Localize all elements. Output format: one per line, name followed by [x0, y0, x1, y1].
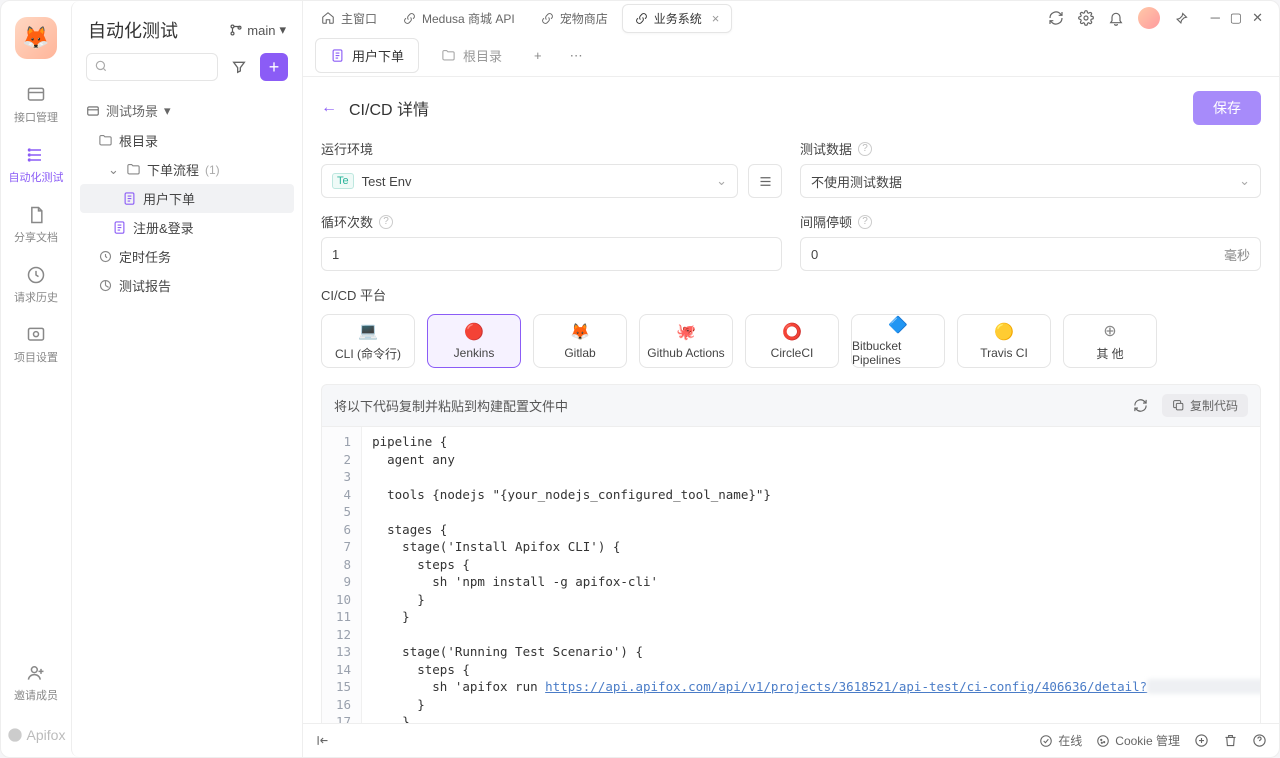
chevron-down-icon: ▾: [279, 22, 286, 38]
rail-auto-test[interactable]: 自动化测试: [1, 135, 71, 195]
help-icon[interactable]: ?: [858, 142, 872, 156]
avatar[interactable]: [1138, 7, 1160, 29]
platform-card[interactable]: ⊕其 他: [1063, 314, 1157, 368]
code-block[interactable]: 12345678910111213141516171819 pipeline {…: [321, 426, 1261, 723]
scenario-icon: [112, 220, 127, 235]
env-select[interactable]: Te Test Env ⌄: [321, 164, 738, 198]
tree-cron[interactable]: 定时任务: [80, 242, 294, 271]
folder-icon: [441, 48, 456, 63]
footer-icon[interactable]: [1194, 733, 1209, 748]
window-tab[interactable]: 主窗口: [309, 5, 389, 32]
tree-user-scenario[interactable]: 用户下单: [80, 184, 294, 213]
page-title: CI/CD 详情: [349, 96, 429, 120]
add-tab-button[interactable]: +: [524, 42, 552, 69]
copy-code-button[interactable]: 复制代码: [1162, 394, 1248, 417]
more-tab-icon[interactable]: ⋯: [560, 42, 593, 70]
env-options-button[interactable]: [748, 164, 782, 198]
tree-root-folder[interactable]: 根目录: [80, 126, 294, 155]
rail-label: 项目设置: [14, 349, 58, 365]
pin-icon[interactable]: [1174, 11, 1189, 26]
window-tab[interactable]: 宠物商店: [529, 5, 620, 32]
platform-section-label: CI/CD 平台: [321, 285, 1261, 304]
rail-share-doc[interactable]: 分享文档: [1, 195, 71, 255]
folder-icon: [98, 133, 113, 148]
rail-label: 自动化测试: [9, 169, 64, 185]
save-button[interactable]: 保存: [1193, 91, 1261, 125]
rail-label: 分享文档: [14, 229, 58, 245]
scenario-tree: 测试场景 ▾ 根目录 ⌄ 下单流程 (1) 用户下单: [72, 91, 302, 304]
refresh-code-icon[interactable]: [1133, 398, 1148, 413]
side-title: 自动化测试: [88, 17, 178, 43]
page-tab-root-folder[interactable]: 根目录: [427, 39, 516, 72]
platform-card[interactable]: 💻CLI (命令行): [321, 314, 415, 368]
side-panel: 自动化测试 main ▾ + 测试场景 ▾: [71, 1, 303, 757]
data-label: 测试数据?: [800, 139, 1261, 158]
platform-card[interactable]: 🔴Jenkins: [427, 314, 521, 368]
collapse-side-icon[interactable]: [315, 733, 330, 748]
refresh-icon[interactable]: [1048, 10, 1064, 26]
window-tabstrip: 主窗口 Medusa 商城 API 宠物商店 业务系统 ×: [303, 1, 1279, 35]
platform-card[interactable]: ⭕CircleCI: [745, 314, 839, 368]
tree-section-header[interactable]: 测试场景 ▾: [80, 95, 294, 126]
footer-trash-icon[interactable]: [1223, 733, 1238, 748]
close-icon[interactable]: ×: [712, 11, 720, 26]
tree-flow-folder[interactable]: ⌄ 下单流程 (1): [80, 155, 294, 184]
loop-label: 循环次数?: [321, 212, 782, 231]
bell-icon[interactable]: [1108, 10, 1124, 26]
env-label: 运行环境: [321, 139, 782, 158]
branch-switcher[interactable]: main ▾: [229, 22, 286, 38]
help-icon[interactable]: ?: [858, 215, 872, 229]
footer-help-icon[interactable]: [1252, 733, 1267, 748]
search-icon: [94, 59, 108, 73]
back-button[interactable]: ←: [321, 99, 337, 117]
page-tabstrip: 用户下单 根目录 + ⋯: [303, 35, 1279, 77]
rail-api[interactable]: 接口管理: [1, 75, 71, 135]
add-button[interactable]: +: [260, 53, 288, 81]
rail-invite[interactable]: 邀请成员: [1, 653, 71, 713]
pause-label: 间隔停顿?: [800, 212, 1261, 231]
loop-input[interactable]: [321, 237, 782, 271]
help-icon[interactable]: ?: [379, 215, 393, 229]
brand-label: Apifox: [7, 713, 66, 757]
chevron-down-icon: ⌄: [1239, 173, 1250, 189]
rail-history[interactable]: 请求历史: [1, 255, 71, 315]
rail-label: 邀请成员: [14, 687, 58, 703]
scenario-icon: [330, 48, 345, 63]
test-data-select[interactable]: 不使用测试数据 ⌄: [800, 164, 1261, 198]
chevron-down-icon: ⌄: [716, 173, 727, 189]
chevron-down-icon: ▾: [164, 103, 171, 119]
page-tab-user-order[interactable]: 用户下单: [315, 38, 419, 73]
status-bar: 在线 Cookie 管理: [303, 723, 1279, 757]
platform-card[interactable]: 🟡Travis CI: [957, 314, 1051, 368]
window-maximize-icon[interactable]: ▢: [1230, 10, 1242, 26]
window-tab[interactable]: 业务系统 ×: [622, 4, 733, 33]
online-status[interactable]: 在线: [1039, 732, 1082, 749]
window-tab[interactable]: Medusa 商城 API: [391, 5, 527, 32]
rail-project-settings[interactable]: 项目设置: [1, 315, 71, 375]
rail-label: 接口管理: [14, 109, 58, 125]
folder-icon: [126, 162, 141, 177]
nav-rail: 🦊 接口管理 自动化测试 分享文档 请求历史 项目设置 邀请成员 Apifo: [1, 1, 71, 757]
platform-card[interactable]: 🐙Github Actions: [639, 314, 733, 368]
tree-report[interactable]: 测试报告: [80, 271, 294, 300]
window-close-icon[interactable]: ✕: [1252, 10, 1263, 26]
scenario-icon: [122, 191, 137, 206]
cookie-manage[interactable]: Cookie 管理: [1096, 732, 1180, 749]
gear-icon[interactable]: [1078, 10, 1094, 26]
platform-card[interactable]: 🔷Bitbucket Pipelines: [851, 314, 945, 368]
platform-card[interactable]: 🦊Gitlab: [533, 314, 627, 368]
chevron-down-icon: ⌄: [108, 162, 120, 178]
tree-register-scenario[interactable]: 注册&登录: [80, 213, 294, 242]
pause-input[interactable]: 毫秒: [800, 237, 1261, 271]
window-minimize-icon[interactable]: ─: [1211, 10, 1220, 26]
code-hint: 将以下代码复制并粘贴到构建配置文件中: [334, 396, 568, 415]
filter-button[interactable]: [226, 54, 252, 80]
app-logo: 🦊: [15, 17, 57, 59]
rail-label: 请求历史: [14, 289, 58, 305]
